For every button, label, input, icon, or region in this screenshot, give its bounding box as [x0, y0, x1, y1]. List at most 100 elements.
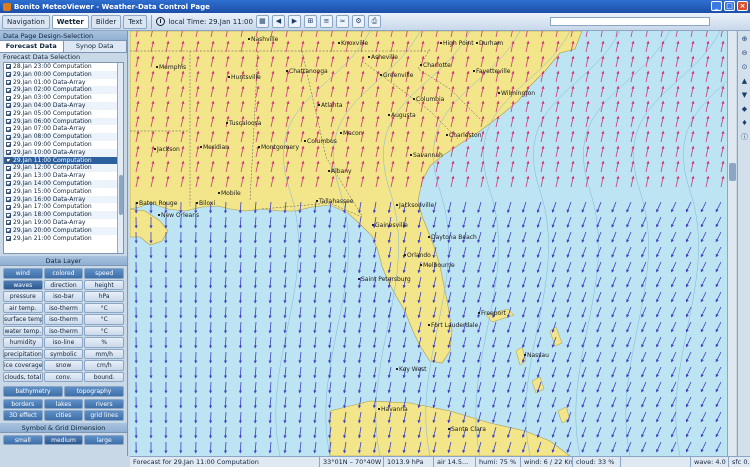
checkbox[interactable]: [6, 134, 11, 140]
checkbox[interactable]: [6, 95, 11, 101]
print-icon[interactable]: ⎙: [367, 15, 381, 28]
layer-button[interactable]: snow: [43, 360, 84, 371]
layer-button[interactable]: pressure: [3, 291, 43, 302]
tab-synop-data[interactable]: Synop Data: [63, 41, 127, 52]
layer-button[interactable]: °C: [84, 302, 124, 313]
search-input[interactable]: [550, 17, 710, 26]
layer-button[interactable]: ice coverage: [3, 360, 43, 371]
checkbox[interactable]: [6, 79, 11, 85]
forecast-list-item[interactable]: 29.Jan 10:00 Data-Array: [4, 148, 123, 157]
map-option-button[interactable]: borders: [3, 398, 43, 409]
layer-button[interactable]: direction: [43, 279, 84, 290]
layer-button[interactable]: iso-therm: [43, 314, 84, 325]
grid-icon[interactable]: ⊞: [303, 15, 317, 28]
forecast-list[interactable]: 28.Jan 23:00 Computation 29.Jan 00:00 Com…: [3, 62, 124, 254]
forecast-list-item[interactable]: 29.Jan 15:00 Computation: [4, 188, 123, 196]
forecast-list-item[interactable]: 29.Jan 05:00 Computation: [4, 110, 123, 118]
tab-wetter[interactable]: Wetter: [51, 14, 89, 29]
forecast-list-item[interactable]: 29.Jan 14:00 Computation: [4, 179, 123, 188]
layer-button[interactable]: cm/h: [84, 360, 124, 371]
zoom-out-icon[interactable]: ⊖: [739, 48, 750, 59]
zoom-fit-icon[interactable]: ⊙: [739, 62, 750, 73]
checkbox[interactable]: [6, 157, 11, 163]
north-icon[interactable]: ♦: [739, 118, 750, 129]
layer-button[interactable]: °C: [84, 314, 124, 325]
forecast-list-item[interactable]: 29.Jan 13:00 Data-Array: [4, 172, 123, 180]
map-scrollbar[interactable]: [727, 31, 736, 456]
tab-navigation[interactable]: Navigation: [2, 14, 50, 29]
layer-button[interactable]: iso-line: [43, 337, 84, 348]
checkbox[interactable]: [6, 189, 11, 195]
checkbox[interactable]: [6, 173, 11, 179]
settings-icon[interactable]: ⚙: [351, 15, 365, 28]
list-scroll-thumb[interactable]: [119, 175, 123, 215]
checkbox[interactable]: [6, 212, 11, 218]
checkbox[interactable]: [6, 64, 11, 70]
layer-button[interactable]: surface temp.: [3, 314, 43, 325]
size-small-button[interactable]: small: [3, 434, 43, 445]
list-scrollbar[interactable]: [117, 63, 123, 253]
checkbox[interactable]: [6, 235, 11, 241]
checkbox[interactable]: [6, 118, 11, 124]
forecast-list-item[interactable]: 29.Jan 18:00 Computation: [4, 211, 123, 219]
layer-button[interactable]: hPa: [84, 291, 124, 302]
checkbox[interactable]: [6, 220, 11, 226]
checkbox[interactable]: [6, 165, 11, 171]
layer-button[interactable]: height: [84, 279, 124, 290]
info-icon[interactable]: ⓘ: [739, 132, 750, 143]
map-scroll-thumb[interactable]: [729, 163, 736, 181]
bathymetry-button[interactable]: bathymetry: [3, 386, 63, 397]
close-button[interactable]: ×: [737, 1, 748, 11]
layer-button[interactable]: speed: [84, 268, 124, 279]
checkbox[interactable]: [6, 150, 11, 156]
layer-button[interactable]: iso-therm: [43, 302, 84, 313]
layer-button[interactable]: bound.: [84, 371, 124, 382]
topography-button[interactable]: topography: [64, 386, 124, 397]
size-large-button[interactable]: large: [84, 434, 124, 445]
map-option-button[interactable]: rivers: [84, 398, 124, 409]
center-icon[interactable]: ◆: [739, 104, 750, 115]
checkbox[interactable]: [6, 181, 11, 187]
tab-forecast-data[interactable]: Forecast Data: [0, 41, 64, 52]
layer-button[interactable]: conv.: [43, 371, 84, 382]
forecast-list-item[interactable]: 29.Jan 01:00 Data-Array: [4, 79, 123, 87]
forecast-list-item[interactable]: 29.Jan 12:00 Computation: [4, 164, 123, 173]
weather-map[interactable]: Nashville Knoxville High Point Durham Ashevi…: [130, 31, 736, 456]
forecast-list-item[interactable]: 29.Jan 07:00 Data-Array: [4, 125, 123, 133]
checkbox[interactable]: [6, 228, 11, 234]
checkbox[interactable]: [6, 103, 11, 109]
lines-icon[interactable]: ≈: [335, 15, 349, 28]
layer-button[interactable]: iso-bar: [43, 291, 84, 302]
forecast-list-item[interactable]: 29.Jan 19:00 Data-Array: [4, 219, 123, 227]
layer-button[interactable]: water temp.: [3, 325, 43, 336]
checkbox[interactable]: [6, 204, 11, 210]
layer-image-icon[interactable]: ▦: [255, 15, 269, 28]
checkbox[interactable]: [6, 126, 11, 132]
forecast-list-item[interactable]: 29.Jan 17:00 Computation: [4, 203, 123, 211]
layer-button[interactable]: humidity: [3, 337, 43, 348]
layer-button[interactable]: clouds, total: [3, 371, 43, 382]
map-option-button[interactable]: 3D effect: [3, 410, 43, 421]
checkbox[interactable]: [6, 196, 11, 202]
forecast-list-item[interactable]: 28.Jan 23:00 Computation: [4, 63, 123, 71]
forecast-list-item[interactable]: 29.Jan 00:00 Computation: [4, 70, 123, 79]
layer-button[interactable]: °C: [84, 325, 124, 336]
map-option-button[interactable]: grid lines: [84, 410, 124, 421]
layer-button[interactable]: mm/h: [84, 348, 124, 359]
forecast-list-item[interactable]: 29.Jan 21:00 Computation: [4, 235, 123, 243]
forecast-list-item[interactable]: 29.Jan 03:00 Computation: [4, 94, 123, 102]
zoom-in-icon[interactable]: ⊕: [739, 34, 750, 45]
maximize-button[interactable]: □: [724, 1, 735, 11]
forecast-list-item[interactable]: 29.Jan 04:00 Data-Array: [4, 101, 123, 110]
forecast-list-item[interactable]: 29.Jan 06:00 Computation: [4, 117, 123, 126]
pan-up-icon[interactable]: ▲: [739, 76, 750, 87]
forecast-list-item[interactable]: 29.Jan 09:00 Computation: [4, 141, 123, 149]
layers-icon[interactable]: ≡: [319, 15, 333, 28]
checkbox[interactable]: [6, 72, 11, 78]
tab-text[interactable]: Text: [123, 14, 148, 29]
tab-bilder[interactable]: Bilder: [90, 14, 122, 29]
step-back-icon[interactable]: ◀: [271, 15, 285, 28]
layer-button[interactable]: precipitation: [3, 348, 43, 359]
layer-button[interactable]: iso-therm: [43, 325, 84, 336]
minimize-button[interactable]: _: [711, 1, 722, 11]
